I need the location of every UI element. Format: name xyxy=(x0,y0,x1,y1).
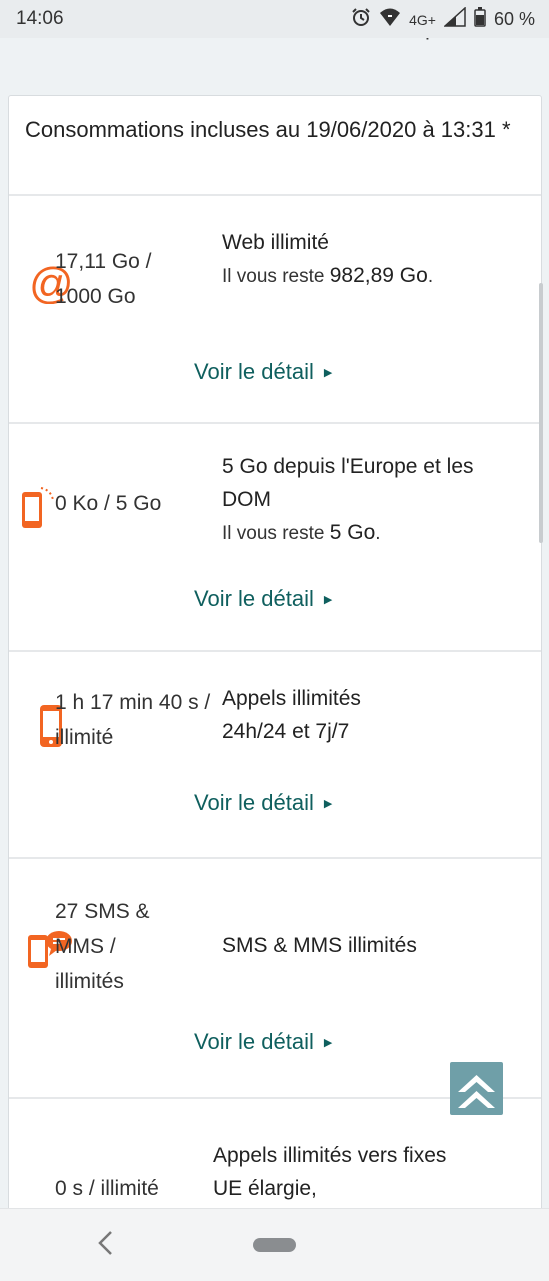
detail-label: Voir le détail xyxy=(194,359,314,384)
plan-name: Web illimité xyxy=(222,231,329,254)
usage-calls: 1 h 17 min 40 s / illimité xyxy=(55,685,215,755)
usage-used: 27 SMS & MMS xyxy=(55,900,150,958)
battery-level: 60 % xyxy=(493,9,535,29)
caret-right-icon: ▶ xyxy=(323,1036,333,1049)
usage-separator: / xyxy=(198,691,211,714)
detail-link-web[interactable]: Voir le détail ▶ xyxy=(194,359,332,385)
consumption-row-calls: 1 h 17 min 40 s / illimité Appels illimi… xyxy=(9,652,541,859)
back-icon[interactable] xyxy=(96,1229,116,1265)
usage-separator: / xyxy=(139,250,152,273)
usage-used: 0 s xyxy=(55,1177,84,1200)
plan-info-calls: Appels illimités 24h/24 et 7j/7 xyxy=(222,682,422,748)
network-type: 4G+ xyxy=(409,11,436,28)
detail-label: Voir le détail xyxy=(194,1029,314,1054)
plan-name: 5 Go depuis l'Europe et les DOM xyxy=(222,455,474,511)
consumption-row-europe: 0 Ko / 5 Go 5 Go depuis l'Europe et les … xyxy=(9,424,541,652)
detail-link-calls[interactable]: Voir le détail ▶ xyxy=(194,790,332,816)
usage-separator: / xyxy=(104,935,116,958)
usage-used: 0 Ko xyxy=(55,492,99,515)
roaming-phone-icon xyxy=(21,484,57,535)
usage-limit: illimité xyxy=(100,1177,159,1200)
detail-label: Voir le détail xyxy=(194,790,314,815)
remaining-value: 5 Go xyxy=(329,521,376,544)
usage-limit: illimité xyxy=(55,726,114,749)
plan-info-landline: Appels illimités vers fixes UE élargie, xyxy=(213,1139,453,1205)
status-icons: 4G+ 60 % xyxy=(351,6,535,32)
home-pill[interactable] xyxy=(253,1238,296,1252)
usage-limit: 5 Go xyxy=(115,492,162,515)
caret-right-icon: ▶ xyxy=(323,593,333,606)
card-title: Consommations incluses au 19/06/2020 à 1… xyxy=(25,117,511,142)
renewal-text: Renouvellement de votre forfait : le 6 d… xyxy=(6,38,546,46)
usage-europe: 0 Ko / 5 Go xyxy=(55,486,225,521)
usage-limit: illimités xyxy=(55,970,124,993)
system-nav-bar xyxy=(0,1208,549,1281)
consumption-row-web: @ 17,11 Go / 1000 Go Web illimité Il vou… xyxy=(9,196,541,424)
consumption-card: Consommations incluses au 19/06/2020 à 1… xyxy=(8,95,542,1208)
remaining-suffix: . xyxy=(427,266,434,287)
detail-link-europe[interactable]: Voir le détail ▶ xyxy=(194,586,332,612)
status-bar: 14:06 4G+ 60 % xyxy=(0,0,549,38)
signal-icon xyxy=(443,6,466,32)
plan-remaining: Il vous reste 5 Go. xyxy=(222,516,482,550)
battery-icon xyxy=(474,7,486,32)
double-chevron-up-icon xyxy=(458,1075,495,1108)
status-time: 14:06 xyxy=(16,8,64,29)
plan-remaining: Il vous reste 982,89 Go. xyxy=(222,259,482,293)
usage-used: 17,11 Go xyxy=(55,250,140,273)
caret-right-icon: ▶ xyxy=(323,797,333,810)
caret-right-icon: ▶ xyxy=(323,366,333,379)
detail-label: Voir le détail xyxy=(194,586,314,611)
card-header: Consommations incluses au 19/06/2020 à 1… xyxy=(9,96,541,196)
usage-used: 1 h 17 min 40 s xyxy=(55,691,199,714)
scrollbar[interactable] xyxy=(539,283,543,543)
usage-separator: / xyxy=(83,1177,101,1200)
detail-link-sms[interactable]: Voir le détail ▶ xyxy=(194,1029,332,1055)
plan-name: Appels illimités 24h/24 et 7j/7 xyxy=(222,687,361,743)
plan-name: Appels illimités vers fixes UE élargie, xyxy=(213,1144,447,1200)
remaining-prefix: Il vous reste xyxy=(222,523,330,544)
alarm-icon xyxy=(351,7,371,32)
plan-info-sms: SMS & MMS illimités xyxy=(222,929,502,962)
page-content[interactable]: Renouvellement de votre forfait : le 6 d… xyxy=(0,38,549,1208)
usage-landline: 0 s / illimité xyxy=(55,1171,225,1206)
usage-web: 17,11 Go / 1000 Go xyxy=(55,244,215,314)
consumption-row-landline: 0 s / illimité Appels illimités vers fix… xyxy=(9,1099,541,1208)
plan-info-web: Web illimité Il vous reste 982,89 Go. xyxy=(222,226,482,293)
usage-limit: 1000 Go xyxy=(55,285,136,308)
plan-info-europe: 5 Go depuis l'Europe et les DOM Il vous … xyxy=(222,450,482,550)
usage-sms: 27 SMS & MMS / illimités xyxy=(55,894,185,999)
remaining-suffix: . xyxy=(375,523,381,544)
plan-name: SMS & MMS illimités xyxy=(222,934,417,957)
scroll-to-top-button[interactable] xyxy=(450,1062,503,1115)
remaining-value: 982,89 Go xyxy=(329,264,428,287)
remaining-prefix: Il vous reste xyxy=(222,266,330,287)
usage-separator: / xyxy=(98,492,116,515)
wifi-icon xyxy=(379,7,401,32)
